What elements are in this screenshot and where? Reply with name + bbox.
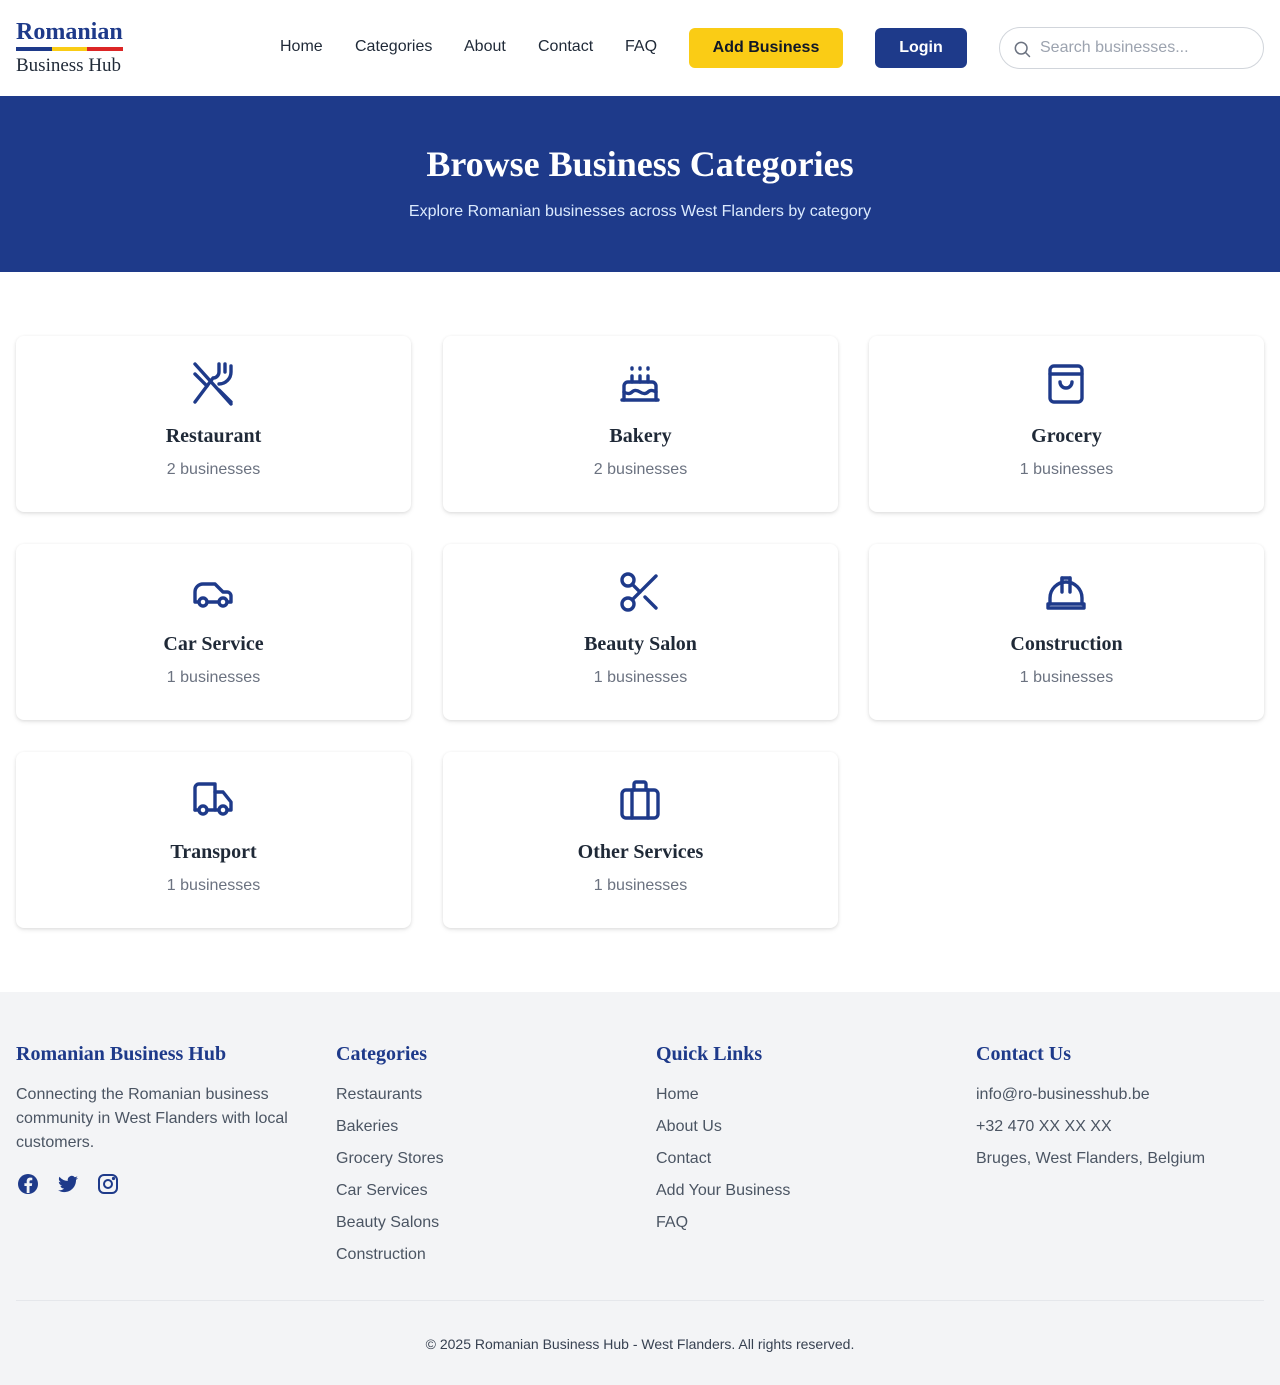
copyright-text: © 2025 Romanian Business Hub - West Flan… — [425, 1336, 855, 1352]
footer-link-bakeries[interactable]: Bakeries — [336, 1115, 636, 1147]
twitter-icon[interactable] — [56, 1172, 80, 1196]
category-name: Restaurant — [165, 425, 262, 447]
login-button[interactable]: Login — [875, 28, 967, 68]
footer-link-grocery-stores[interactable]: Grocery Stores — [336, 1147, 636, 1179]
footer-link-about-us[interactable]: About Us — [656, 1115, 956, 1147]
logo-subtitle: Business Hub — [16, 55, 122, 76]
car-icon — [189, 568, 237, 616]
category-count: 1 businesses — [1019, 461, 1114, 478]
footer-contact-title: Contact Us — [976, 1043, 1071, 1065]
footer-link-faq[interactable]: FAQ — [656, 1211, 956, 1243]
facebook-icon[interactable] — [16, 1172, 40, 1196]
instagram-icon[interactable] — [96, 1172, 120, 1196]
category-name: Bakery — [609, 425, 672, 447]
category-name: Beauty Salon — [584, 633, 697, 655]
footer-link-construction[interactable]: Construction — [336, 1243, 636, 1275]
category-card-transport[interactable]: Transport 1 businesses — [16, 752, 411, 928]
nav-home[interactable]: Home — [280, 37, 323, 57]
footer-quick-links-title: Quick Links — [656, 1043, 763, 1065]
footer-brand-title: Romanian Business Hub — [16, 1043, 227, 1065]
nav-faq[interactable]: FAQ — [625, 37, 657, 57]
hero-banner: Browse Business Categories Explore Roman… — [0, 96, 1280, 272]
nav-about[interactable]: About — [464, 37, 506, 57]
scissors-icon — [616, 568, 664, 616]
category-card-bakery[interactable]: Bakery 2 businesses — [443, 336, 838, 512]
category-count: 1 businesses — [1019, 669, 1114, 686]
nav-contact[interactable]: Contact — [538, 37, 593, 57]
category-name: Other Services — [577, 841, 704, 863]
contact-email[interactable]: info@ro-businesshub.be — [976, 1083, 1276, 1115]
add-business-button[interactable]: Add Business — [689, 28, 843, 68]
category-count: 1 businesses — [166, 877, 261, 894]
page-subtitle: Explore Romanian businesses across West … — [408, 203, 872, 220]
category-name: Transport — [170, 841, 257, 863]
footer-quick-links: Quick Links Home About Us Contact Add Yo… — [656, 1042, 956, 1243]
category-card-other-services[interactable]: Other Services 1 businesses — [443, 752, 838, 928]
footer-link-car-services[interactable]: Car Services — [336, 1179, 636, 1211]
site-footer: Romanian Business Hub Connecting the Rom… — [0, 992, 1280, 1385]
category-name: Grocery — [1031, 425, 1102, 447]
footer-categories-title: Categories — [336, 1043, 428, 1065]
footer-about: Romanian Business Hub Connecting the Rom… — [16, 1042, 316, 1155]
category-count: 1 businesses — [593, 669, 688, 686]
page-title: Browse Business Categories — [426, 144, 854, 184]
logo-title: Romanian — [16, 19, 123, 45]
cake-icon — [616, 360, 664, 408]
briefcase-icon — [616, 776, 664, 824]
social-links — [16, 1172, 136, 1196]
footer-link-restaurants[interactable]: Restaurants — [336, 1083, 636, 1115]
site-header: Romanian Business Hub Home Categories Ab… — [0, 0, 1280, 96]
footer-link-contact[interactable]: Contact — [656, 1147, 956, 1179]
footer-link-add-business[interactable]: Add Your Business — [656, 1179, 956, 1211]
search-box — [999, 27, 1264, 69]
nav-categories[interactable]: Categories — [355, 37, 432, 57]
category-count: 2 businesses — [593, 461, 688, 478]
shopping-bag-icon — [1042, 360, 1090, 408]
footer-about-text: Connecting the Romanian business communi… — [16, 1086, 288, 1151]
category-count: 2 businesses — [166, 461, 261, 478]
search-input[interactable] — [1040, 37, 1255, 59]
footer-divider — [16, 1300, 1264, 1301]
category-card-restaurant[interactable]: Restaurant 2 businesses — [16, 336, 411, 512]
category-card-construction[interactable]: Construction 1 businesses — [869, 544, 1264, 720]
truck-icon — [189, 776, 237, 824]
footer-categories: Categories Restaurants Bakeries Grocery … — [336, 1042, 636, 1275]
category-card-beauty-salon[interactable]: Beauty Salon 1 businesses — [443, 544, 838, 720]
contact-phone: +32 470 XX XX XX — [976, 1118, 1112, 1135]
footer-contact: Contact Us info@ro-businesshub.be +32 47… — [976, 1042, 1276, 1179]
search-icon — [1012, 39, 1032, 59]
footer-link-beauty-salons[interactable]: Beauty Salons — [336, 1211, 636, 1243]
category-count: 1 businesses — [593, 877, 688, 894]
hard-hat-icon — [1042, 568, 1090, 616]
category-name: Construction — [1010, 633, 1123, 655]
category-name: Car Service — [163, 633, 264, 655]
category-count: 1 businesses — [166, 669, 261, 686]
logo[interactable]: Romanian Business Hub — [16, 19, 124, 77]
category-card-car-service[interactable]: Car Service 1 businesses — [16, 544, 411, 720]
footer-link-home[interactable]: Home — [656, 1083, 956, 1115]
category-card-grocery[interactable]: Grocery 1 businesses — [869, 336, 1264, 512]
contact-address: Bruges, West Flanders, Belgium — [976, 1150, 1206, 1167]
utensils-crossed-icon — [189, 360, 237, 408]
romanian-flag-stripe — [16, 47, 124, 51]
